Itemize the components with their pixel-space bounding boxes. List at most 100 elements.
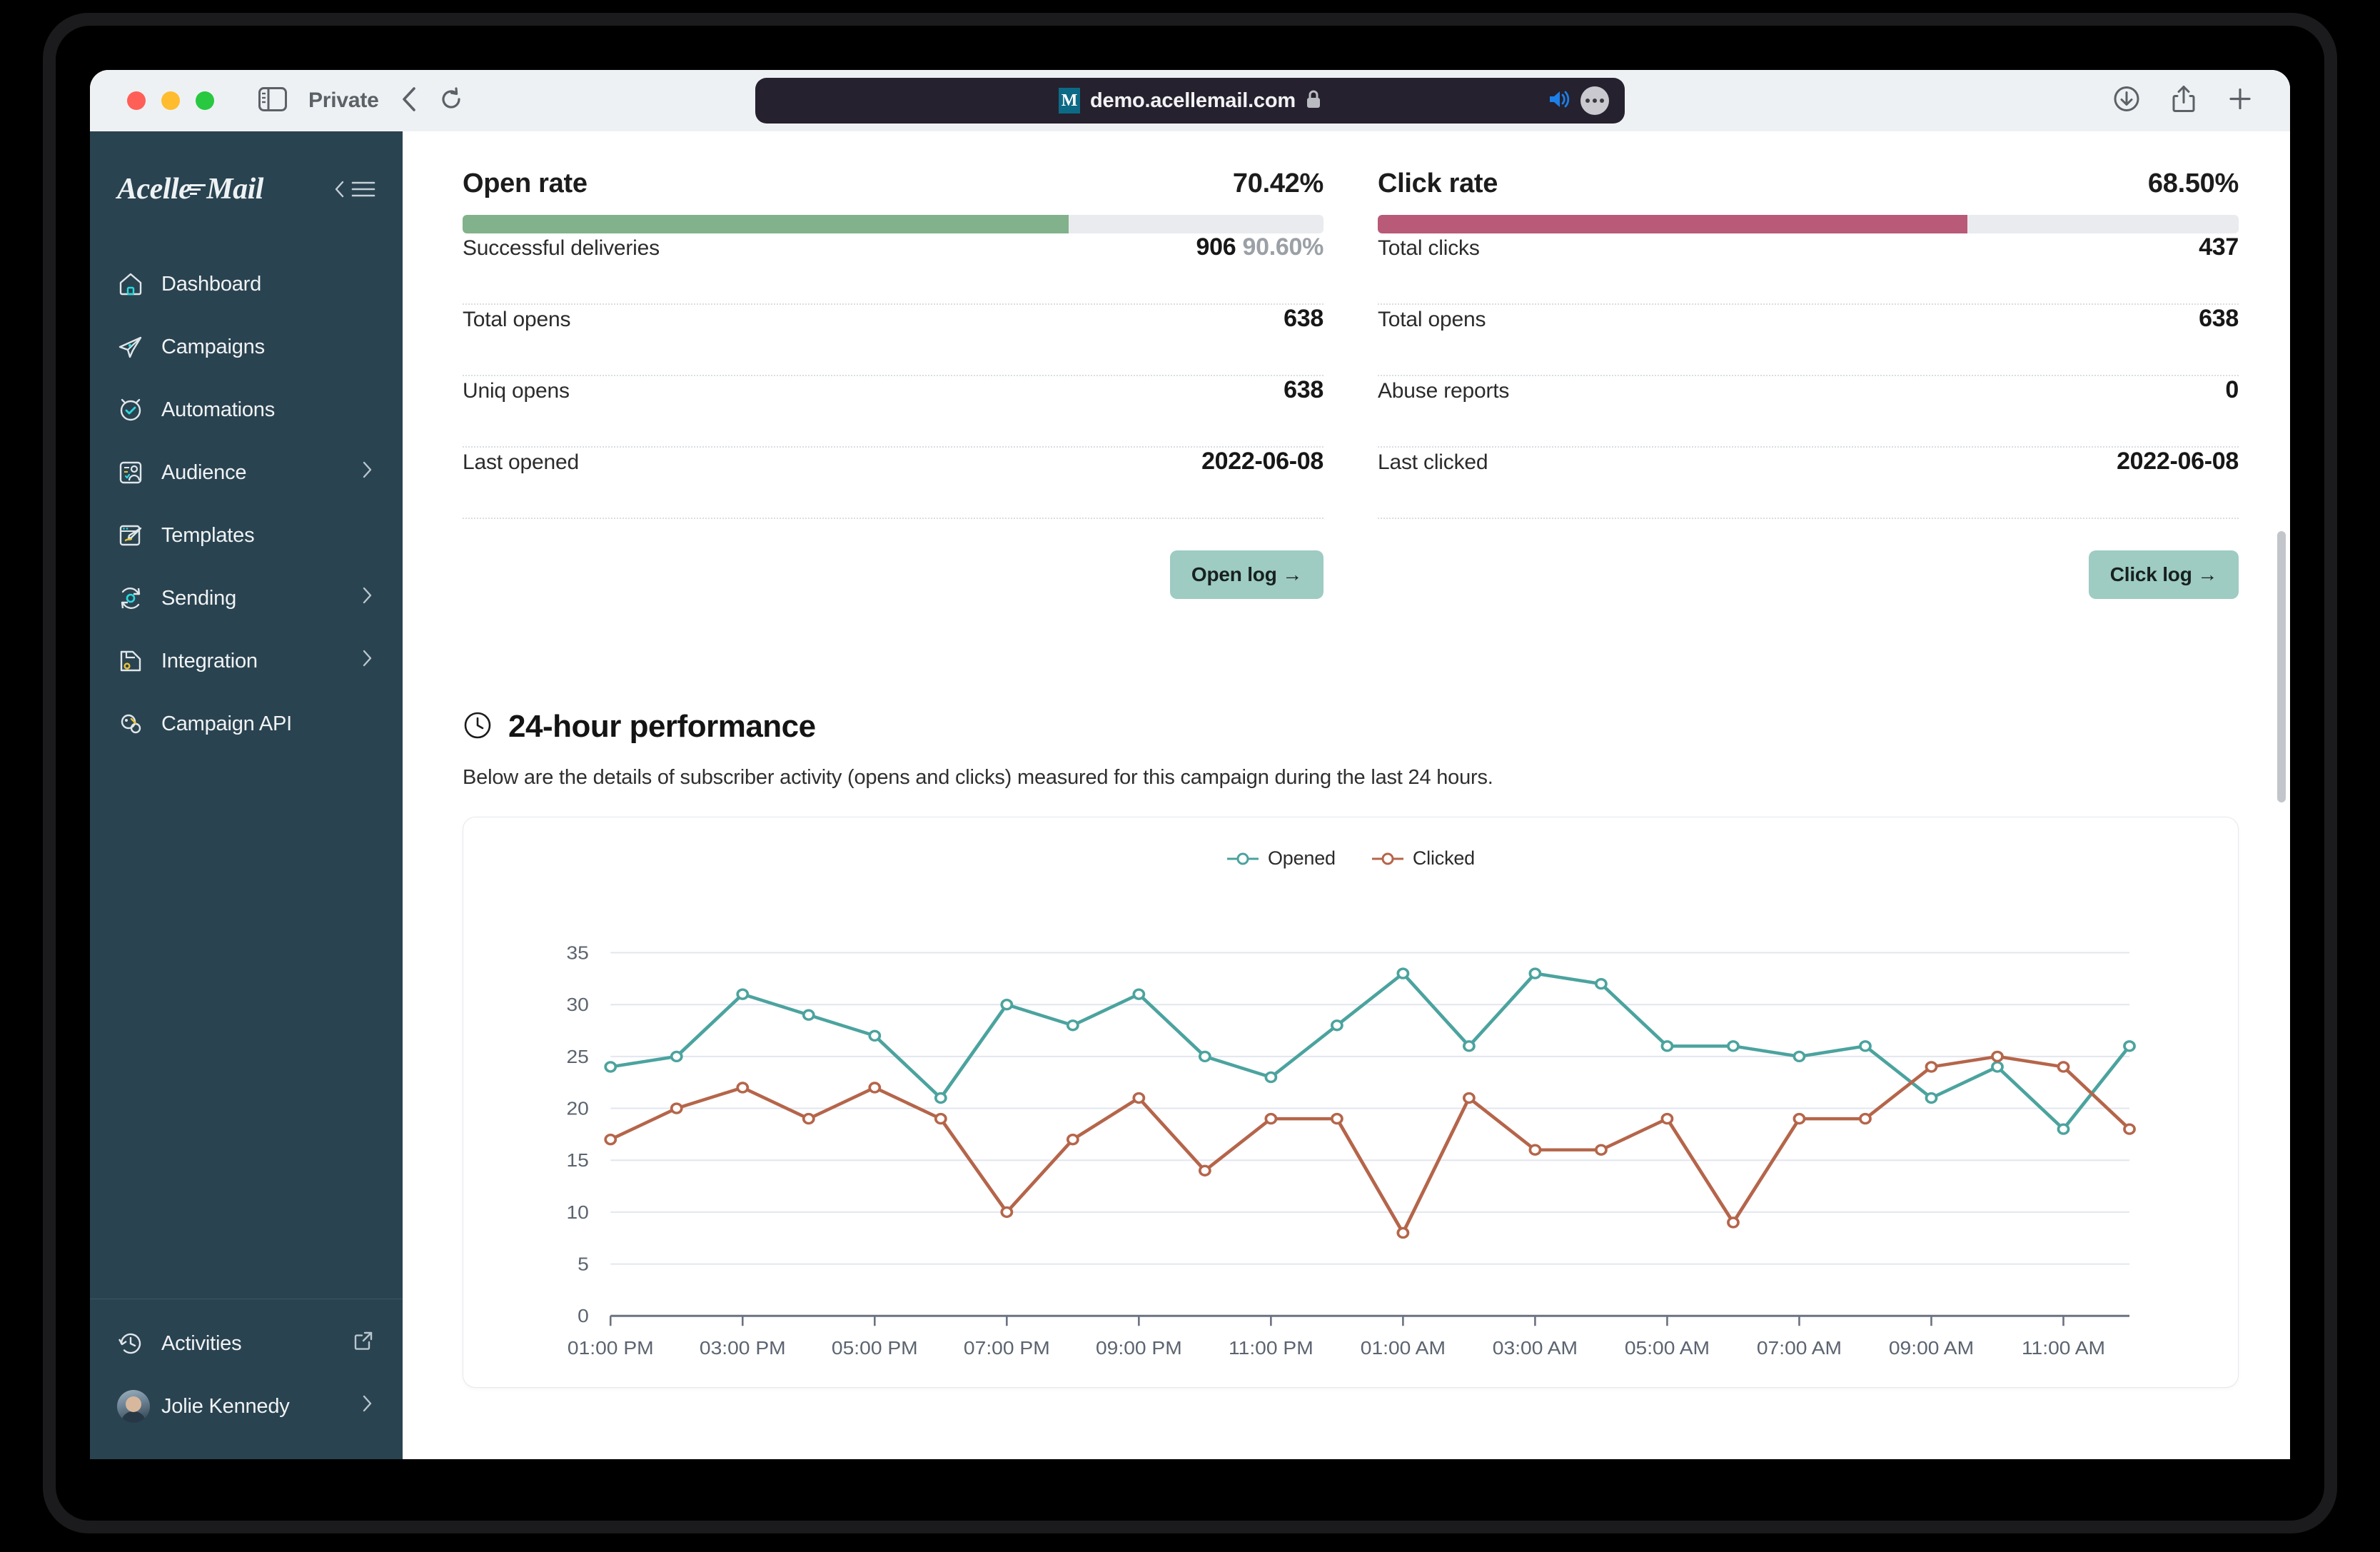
sidebar-item-integration[interactable]: Integration [90,630,403,692]
user-name-label: Jolie Kennedy [161,1395,290,1419]
y-axis-tick: 0 [578,1305,589,1326]
more-dots-icon[interactable] [1580,86,1609,115]
chart-point [2058,1124,2068,1134]
minimize-window-button[interactable] [161,91,180,110]
sidebar-item-templates[interactable]: Templates [90,504,403,567]
chart-point [1068,1135,1078,1144]
open-log-button[interactable]: Open log → [1170,550,1323,599]
reload-icon[interactable] [439,87,463,115]
main-content: Open rate 70.42% Successful deliveries 9… [403,131,2290,1459]
performance-line-chart: 5101520253035001:00 PM03:00 PM05:00 PM07… [463,817,2238,1387]
window-controls [127,91,214,110]
stat-label: Successful deliveries [463,236,660,261]
chart-point [1596,1145,1606,1154]
y-axis-tick: 15 [566,1149,588,1171]
y-axis-tick: 25 [566,1046,588,1067]
chart-point [2124,1124,2134,1134]
paper-plane-icon [117,333,150,361]
stat-label: Total opens [1378,308,1486,332]
click-rate-progress-bar [1378,215,2239,233]
y-axis-tick: 30 [566,994,588,1015]
api-icon [117,710,150,737]
sidebar-item-automations[interactable]: Automations [90,378,403,441]
page-scrollbar[interactable] [2277,531,2286,802]
stat-value: 437 [2199,233,2239,261]
sidebar-nav: Dashboard Campaigns Auto [90,216,403,1299]
y-axis-tick: 5 [578,1254,589,1275]
downloads-icon[interactable] [2113,86,2140,116]
click-rate-progress-fill [1378,215,1967,233]
sidebar-item-sending[interactable]: Sending [90,567,403,630]
clock-icon [463,710,493,744]
chart-point [1134,989,1144,999]
back-chevron-icon[interactable] [400,86,418,116]
chart-point [1332,1114,1342,1124]
stat-value: 906 90.60% [1196,233,1324,261]
sidebar-item-audience[interactable]: Audience [90,441,403,504]
chevron-right-icon [361,460,373,485]
chart-point [804,1010,814,1019]
sidebar-item-label: Sending [161,587,236,610]
chart-point [737,989,747,999]
maximize-window-button[interactable] [196,91,214,110]
chart-point [936,1114,946,1124]
address-bar[interactable]: M demo.acellemail.com [755,78,1625,124]
x-axis-tick: 11:00 AM [2022,1337,2105,1359]
stat-row: Total clicks 437 [1378,233,2239,305]
app-logo[interactable]: Acelle Mail [117,172,263,206]
y-axis-tick: 20 [566,1098,588,1119]
chart-point [869,1031,879,1040]
chart-point [1992,1062,2002,1072]
collapse-sidebar-button[interactable] [334,180,375,198]
x-axis-tick: 05:00 PM [832,1337,918,1359]
performance-section-header: 24-hour performance [463,709,2239,745]
sidebar-item-activities[interactable]: Activities [90,1312,403,1375]
chart-point [1332,1021,1342,1030]
page-body: Acelle Mail [90,131,2290,1459]
open-rate-header: Open rate 70.42% [463,168,1323,199]
stats-row: Open rate 70.42% Successful deliveries 9… [463,168,2239,599]
chart-point [1266,1114,1276,1124]
sidebar-item-label: Templates [161,524,254,548]
url-text: demo.acellemail.com [1090,89,1296,113]
chart-point [1464,1094,1474,1103]
chart-point [1134,1094,1144,1103]
stat-row: Uniq opens 638 [463,376,1323,448]
browser-window: Private M demo.acellemail.com [90,70,2290,1459]
click-log-button[interactable]: Click log → [2089,550,2239,599]
sidebar-item-user-profile[interactable]: Jolie Kennedy [90,1375,403,1438]
sidebar-item-campaigns[interactable]: Campaigns [90,316,403,378]
clock-check-icon [117,396,150,423]
chart-point [1728,1042,1738,1051]
chart-point [1794,1114,1804,1124]
stat-value: 638 [2199,305,2239,333]
speed-lines-icon [190,184,206,195]
sidebar-item-dashboard[interactable]: Dashboard [90,253,403,316]
open-rate-progress-fill [463,215,1069,233]
chart-point [1860,1114,1870,1124]
x-axis-tick: 01:00 AM [1361,1337,1446,1359]
address-bar-container[interactable]: M demo.acellemail.com [755,78,1625,124]
chart-point [1926,1062,1936,1072]
chart-point [1398,1228,1408,1237]
chart-point [1794,1052,1804,1061]
new-tab-icon[interactable] [2227,86,2253,116]
stat-value: 2022-06-08 [2117,448,2239,475]
chevron-right-icon [361,649,373,673]
share-icon[interactable] [2172,85,2196,117]
integration-icon [117,647,150,675]
x-axis-tick: 07:00 PM [964,1337,1050,1359]
lock-icon [1306,89,1321,113]
performance-subtitle: Below are the details of subscriber acti… [463,766,2239,790]
stat-value: 638 [1284,376,1323,404]
sidebar-item-campaign-api[interactable]: Campaign API [90,692,403,755]
chart-point [1728,1218,1738,1227]
open-rate-progress-bar [463,215,1323,233]
chart-point [1068,1021,1078,1030]
sidebar-icon[interactable] [258,87,287,115]
chevron-right-icon [361,586,373,610]
speaker-icon[interactable] [1548,89,1570,113]
close-window-button[interactable] [127,91,146,110]
sidebar-brand-row: Acelle Mail [90,131,403,216]
chart-point [1002,1000,1012,1009]
